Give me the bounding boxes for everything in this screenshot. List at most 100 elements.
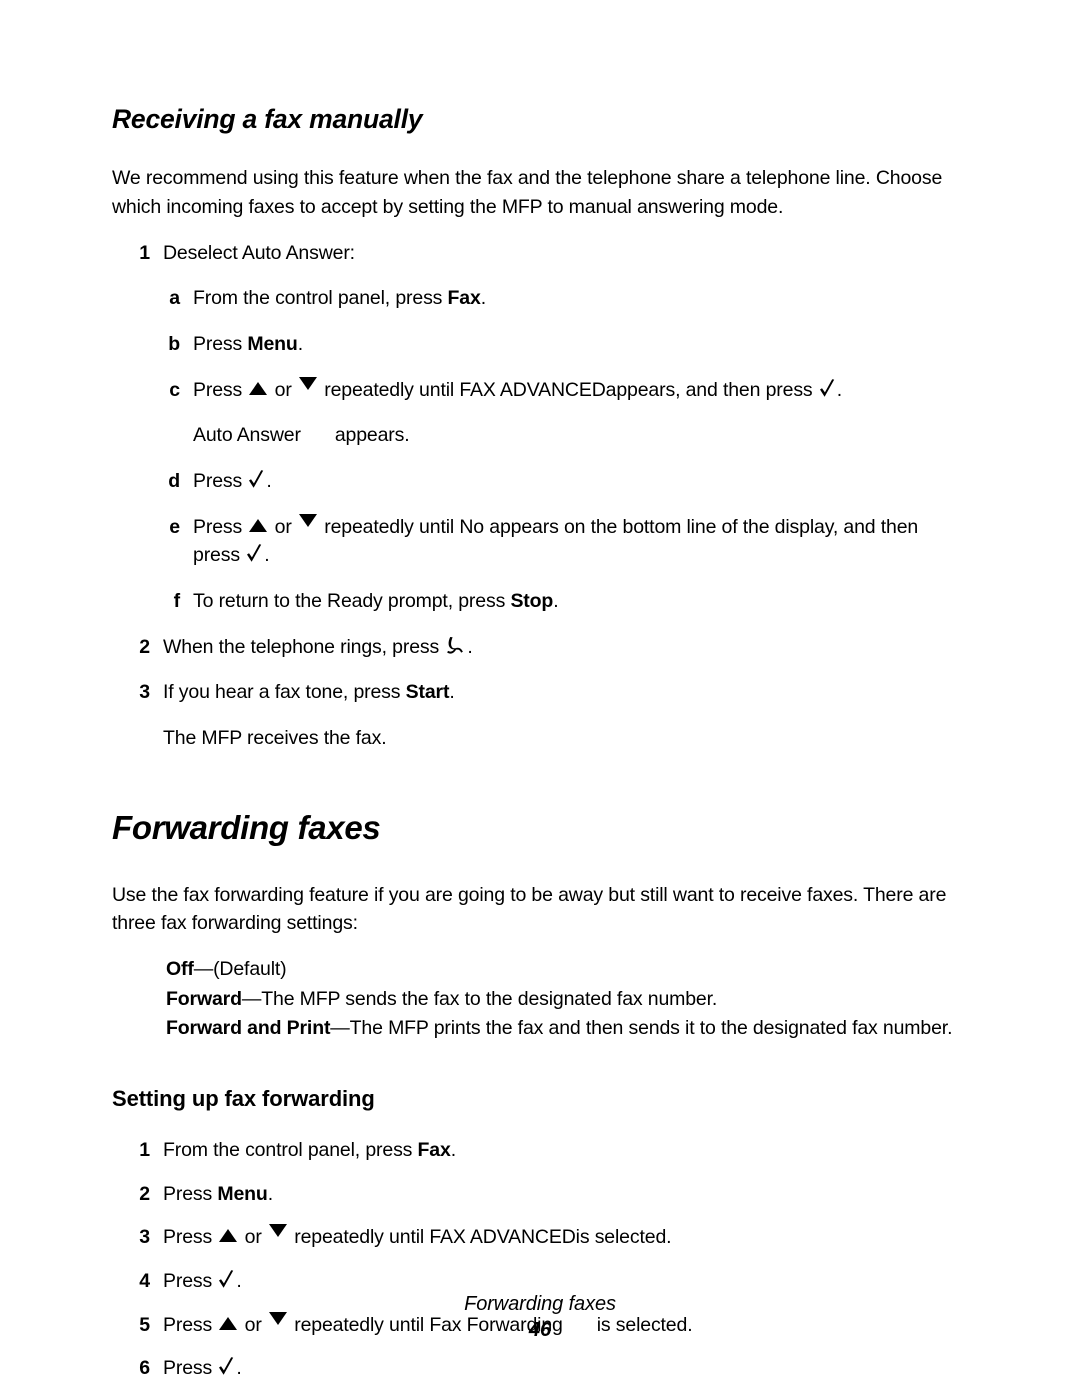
triangle-up-icon	[249, 518, 268, 532]
step-text: Press Menu.	[163, 1180, 968, 1209]
step-marker: 1	[139, 241, 150, 264]
substep-marker: a	[169, 287, 180, 310]
section2-intro-paragraph: Use the fax forwarding feature if you ar…	[112, 883, 947, 935]
step-marker: 3	[139, 681, 150, 704]
setting-description: (Default)	[213, 957, 287, 980]
step-marker: 2	[139, 635, 150, 658]
step-text-pre: Press	[163, 1182, 218, 1205]
end-label: .	[236, 1270, 242, 1293]
display-term-no: No	[459, 515, 484, 538]
mid-label: appears on the bottom line of the displa…	[483, 515, 919, 538]
checkmark-icon	[248, 470, 265, 490]
or-label: or	[269, 378, 297, 401]
wrap-label: press	[193, 544, 246, 567]
telephone-handset-icon	[445, 636, 466, 656]
or-label: or	[239, 1226, 267, 1249]
setting-description: The MFP prints the fax and then sends it…	[349, 1017, 953, 1040]
step-text-post: .	[467, 635, 473, 658]
triangle-down-icon	[298, 513, 317, 527]
end-label: .	[264, 544, 270, 567]
press-label: Press	[163, 1270, 218, 1293]
step-text: Deselect Auto Answer:	[163, 241, 355, 264]
setting-item-off: Off—(Default)	[166, 955, 968, 985]
substep-marker: e	[169, 515, 180, 538]
or-label: or	[269, 515, 297, 538]
substep-row: e Press or repeatedly until No appears o…	[112, 513, 968, 570]
display-term-fax-advanced: FAX ADVANCED	[459, 378, 606, 401]
checkmark-icon	[246, 544, 263, 564]
setting-dash: —	[241, 987, 262, 1010]
section1-intro-paragraph: We recommend using this feature when the…	[112, 167, 943, 219]
checkmark-icon	[218, 1357, 235, 1377]
step-row: 6 Press .	[112, 1354, 968, 1383]
end-label: .	[236, 1357, 242, 1380]
step-marker: 2	[139, 1182, 150, 1205]
end-label: .	[266, 470, 272, 493]
note-tail: appears.	[334, 424, 410, 447]
setting-term: Forward	[166, 987, 242, 1010]
until-label: repeatedly until	[318, 515, 460, 538]
button-name-fax: Fax	[417, 1139, 451, 1162]
triangle-down-icon	[268, 1224, 287, 1238]
step-text: From the control panel, press Fax.	[163, 1136, 968, 1165]
button-name-start: Start	[405, 681, 450, 704]
press-label: Press	[193, 378, 248, 401]
step-text-post: .	[450, 1139, 456, 1162]
step-row: 3 If you hear a fax tone, press Start.	[112, 678, 968, 707]
substep-text: Press or repeatedly until FAX ADVANCEDap…	[193, 376, 968, 405]
setting-item-forward: Forward—The MFP sends the fax to the des…	[166, 985, 968, 1015]
step-row: 1 Deselect Auto Answer:	[112, 239, 968, 268]
step-row: 3 Press or repeatedly until FAX ADVANCED…	[112, 1223, 968, 1252]
substep-marker: d	[168, 470, 180, 493]
display-term-fax-advanced: FAX ADVANCED	[429, 1226, 576, 1249]
substep-row: b Press Menu.	[112, 330, 968, 359]
press-label: Press	[163, 1357, 218, 1380]
step-text-post: .	[449, 681, 455, 704]
footer-page-number: 46	[528, 1319, 552, 1341]
setting-dash: —	[193, 957, 214, 980]
substep-text-post: .	[553, 590, 559, 613]
step-marker: 6	[139, 1357, 150, 1380]
setting-item-forward-and-print: Forward and Print—The MFP prints the fax…	[166, 1014, 968, 1044]
button-name-menu: Menu	[217, 1182, 268, 1205]
press-label: Press	[193, 515, 248, 538]
substep-text: Press Menu.	[193, 330, 968, 359]
step-text: If you hear a fax tone, press Start.	[163, 678, 968, 707]
footer-section-title: Forwarding faxes	[464, 1293, 616, 1315]
substep-row: a From the control panel, press Fax.	[112, 284, 968, 313]
until-label: repeatedly until	[318, 378, 460, 401]
substep-text-pre: Press	[193, 333, 248, 356]
page-footer: Forwarding faxes 46	[0, 1292, 1080, 1344]
substep-row: c Press or repeatedly until FAX ADVANCED…	[112, 376, 968, 405]
page-content: Receiving a fax manually We recommend us…	[112, 104, 968, 1397]
substep-row: f To return to the Ready prompt, press S…	[112, 587, 968, 616]
checkmark-icon	[218, 1270, 235, 1290]
display-term-auto-answer: Auto Answer	[193, 424, 301, 447]
mid-label: appears, and then press	[605, 378, 818, 401]
step-row: 1 From the control panel, press Fax.	[112, 1136, 968, 1165]
checkmark-icon	[819, 378, 836, 399]
substep-text: Press or repeatedly until No appears on …	[193, 513, 968, 570]
substep-text-post: .	[297, 333, 303, 356]
substep-text: To return to the Ready prompt, press Sto…	[193, 587, 968, 616]
step-text-pre: If you hear a fax tone, press	[163, 681, 406, 704]
button-name-stop: Stop	[510, 590, 554, 613]
setting-term: Forward and Print	[166, 1017, 331, 1040]
step-marker: 3	[139, 1226, 150, 1249]
substep-text: Press .	[193, 467, 968, 496]
step-text-post: .	[267, 1182, 273, 1205]
triangle-up-icon	[219, 1229, 238, 1243]
step-row: 2 Press Menu.	[112, 1180, 968, 1209]
tail-label: is selected.	[575, 1226, 672, 1249]
